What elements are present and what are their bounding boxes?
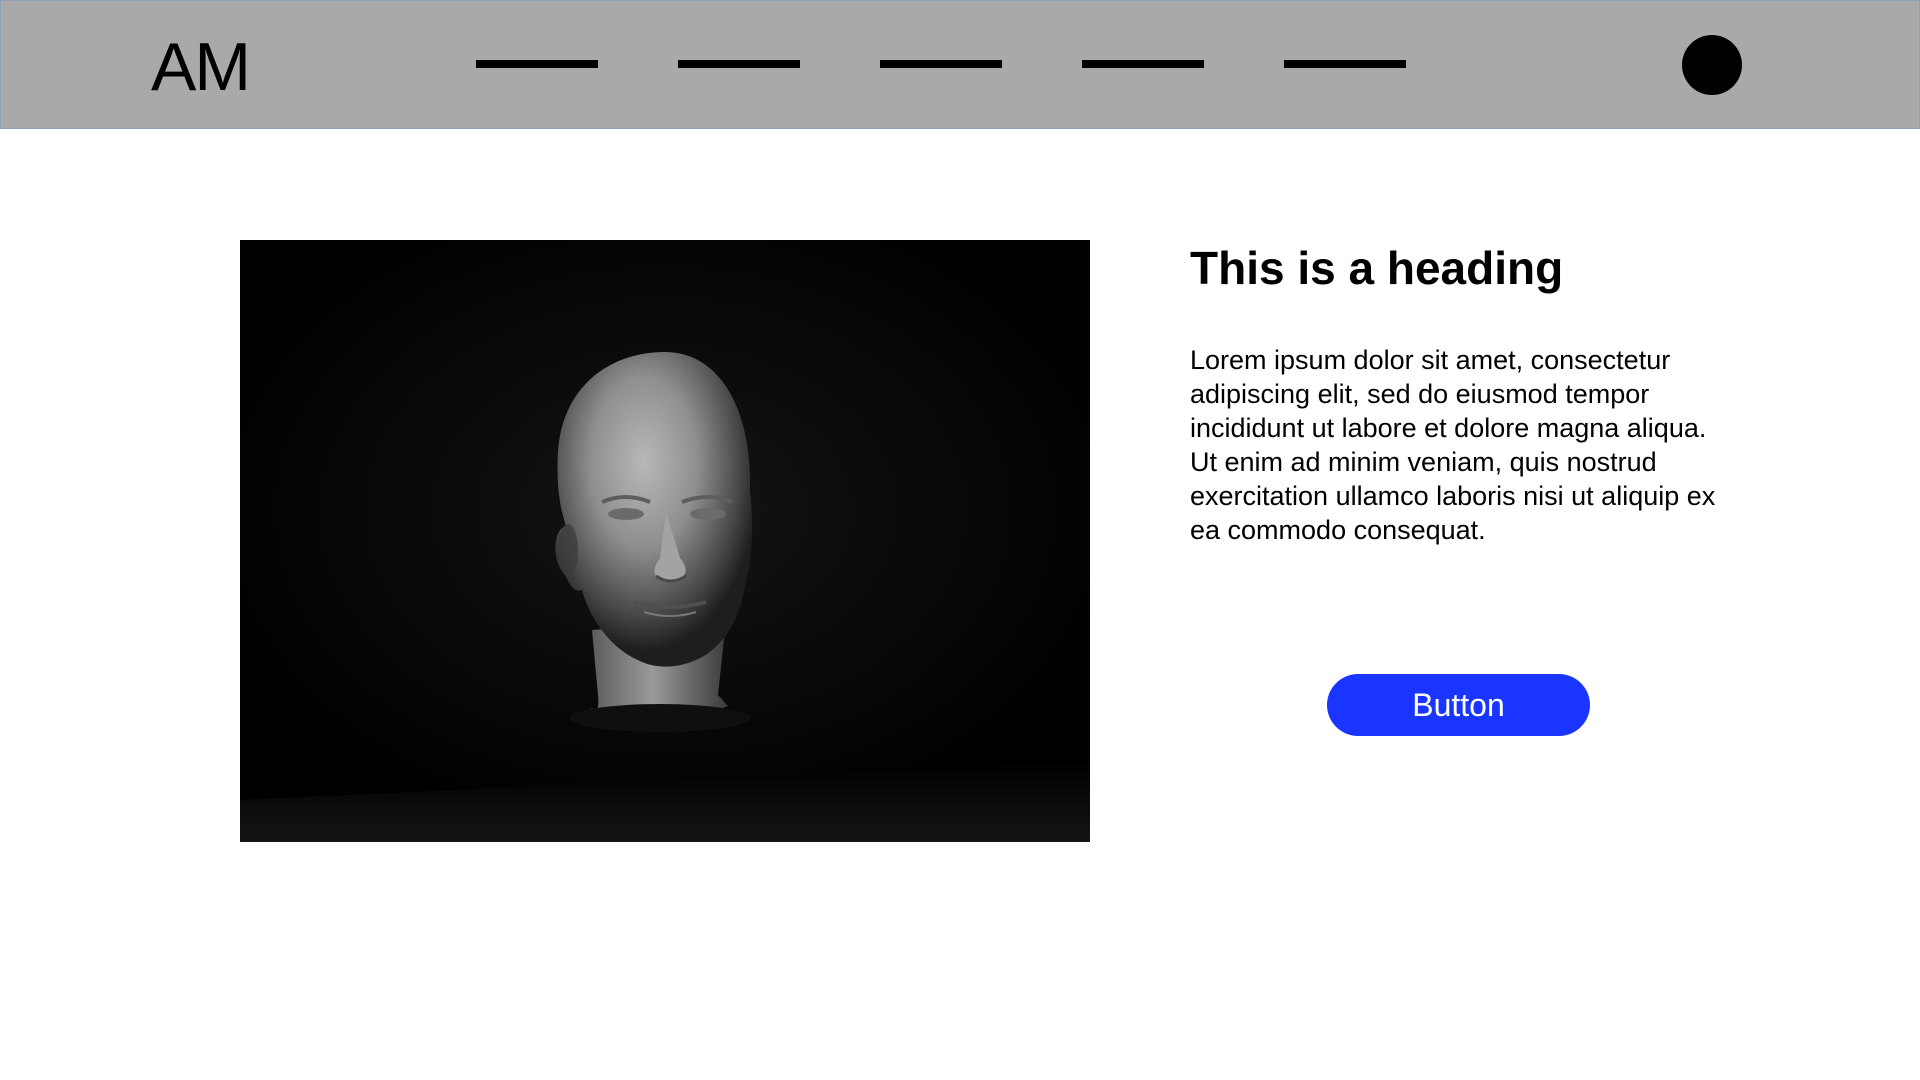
page: AM This is a heading Lorem ipsum dolor s… — [0, 0, 1920, 1080]
content-paragraph: Lorem ipsum dolor sit amet, consectetur … — [1190, 345, 1716, 545]
nav-item-4[interactable] — [1082, 60, 1204, 68]
user-avatar-icon[interactable] — [1682, 35, 1742, 95]
top-navigation-bar: AM — [0, 0, 1920, 129]
logo[interactable]: AM — [151, 29, 251, 105]
primary-button[interactable]: Button — [1327, 674, 1590, 736]
nav-item-5[interactable] — [1284, 60, 1406, 68]
nav-item-2[interactable] — [678, 60, 800, 68]
nav-item-3[interactable] — [880, 60, 1002, 68]
hero-image — [240, 240, 1090, 842]
nav-item-1[interactable] — [476, 60, 598, 68]
mannequin-head-icon — [240, 240, 1090, 842]
content-heading: This is a heading — [1190, 242, 1564, 294]
